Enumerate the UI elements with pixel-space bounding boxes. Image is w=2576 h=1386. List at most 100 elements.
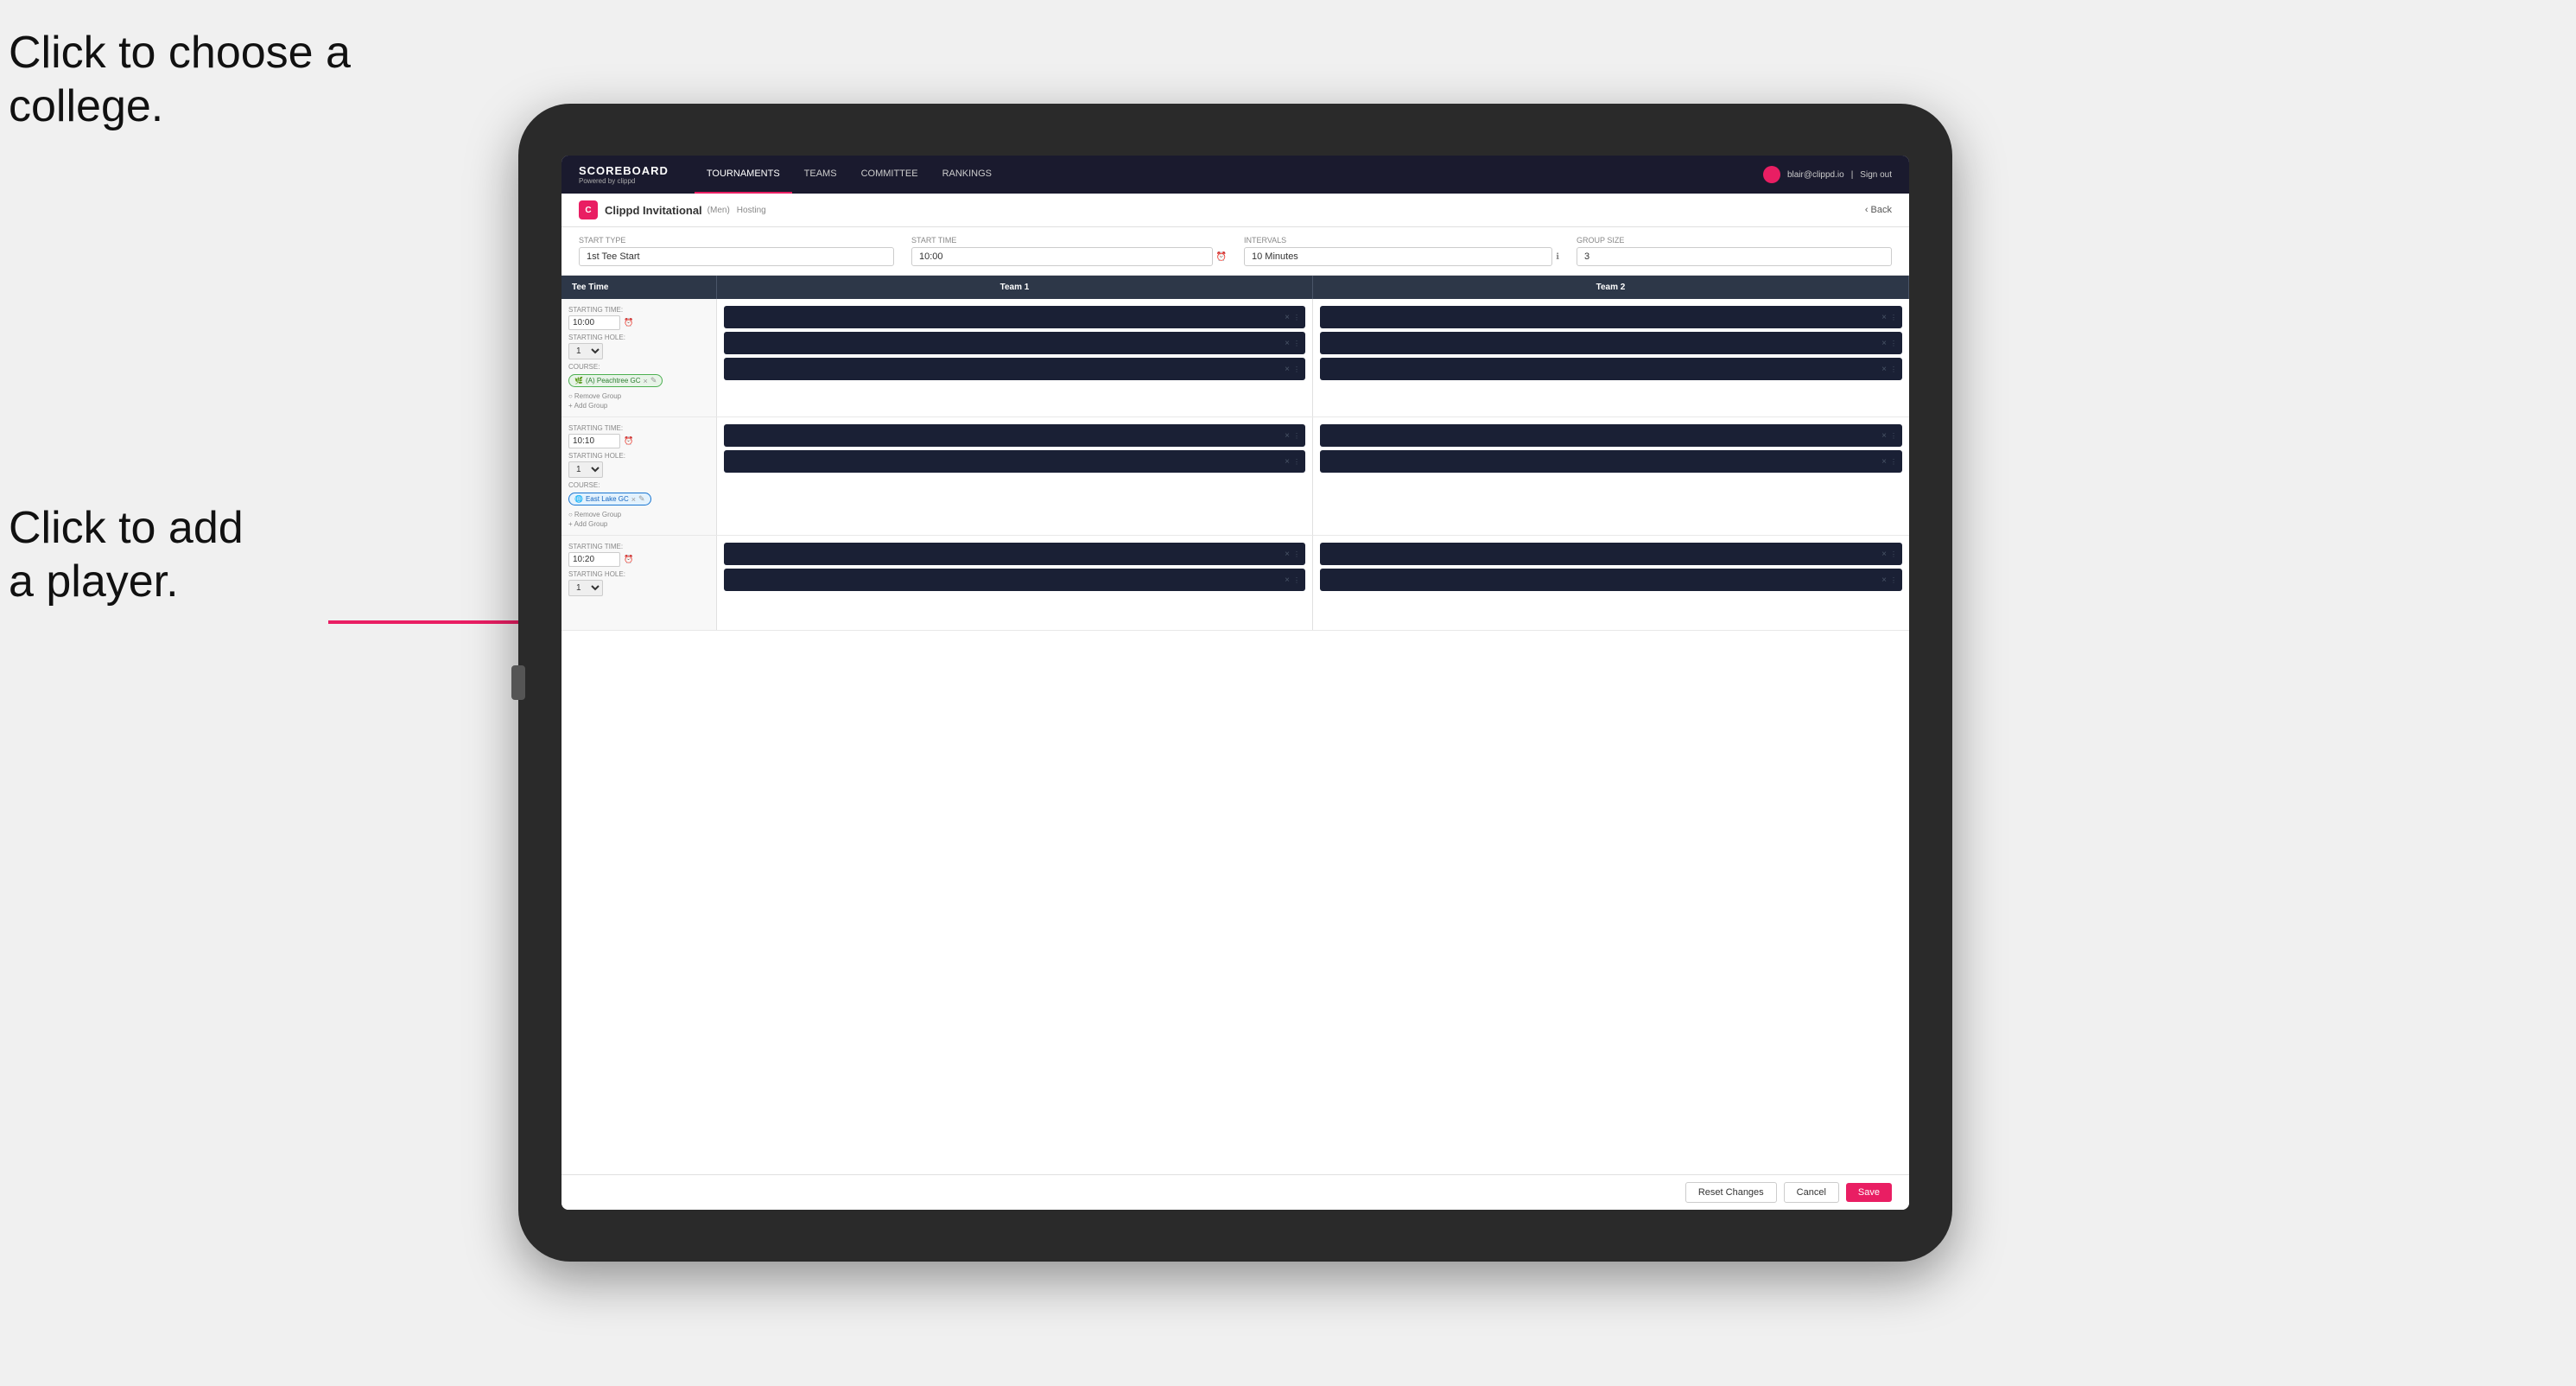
nav-link-rankings[interactable]: RANKINGS [930,156,1004,194]
start-time-input[interactable] [911,247,1213,266]
player-slot-5-2[interactable]: × ⋮ [724,569,1305,591]
course-tag-1[interactable]: 🌿 (A) Peachtree GC × ✎ [568,374,663,387]
course-tag-2[interactable]: 🌐 East Lake GC × ✎ [568,493,651,505]
user-email: blair@clippd.io [1787,170,1844,180]
slot-expand-4-1[interactable]: ⋮ [1890,432,1897,440]
player-slot-6-2[interactable]: × ⋮ [1320,569,1902,591]
slot-x-6-1[interactable]: × [1881,550,1887,559]
annotation-2-line2: a player. [9,555,244,608]
remove-icon-1: ○ [568,392,573,400]
player-slot-3-2[interactable]: × ⋮ [724,450,1305,473]
starting-time-input-wrap-3: ⏰ [568,552,709,567]
group-size-select[interactable]: 3 4 [1577,247,1892,266]
player-slot-2-2[interactable]: × ⋮ [1320,332,1902,354]
remove-group-link-1[interactable]: ○ Remove Group [568,392,709,400]
nav-link-teams[interactable]: TEAMS [792,156,849,194]
starting-hole-select-1[interactable]: 1 [568,343,603,359]
start-time-group: Start Time ⏰ [911,236,1227,266]
back-button[interactable]: ‹ Back [1865,205,1892,215]
starting-hole-select-3[interactable]: 1 [568,580,603,596]
sub-header: C Clippd Invitational (Men) Hosting ‹ Ba… [562,194,1909,227]
player-slot-2-1[interactable]: × ⋮ [1320,306,1902,328]
slot-expand-1-1[interactable]: ⋮ [1293,314,1300,321]
slot-expand-4-2[interactable]: ⋮ [1890,458,1897,466]
nav-link-tournaments[interactable]: TOURNAMENTS [695,156,792,194]
player-slot-1-3[interactable]: × ⋮ [724,358,1305,380]
reset-button[interactable]: Reset Changes [1685,1182,1777,1203]
slot-expand-2-1[interactable]: ⋮ [1890,314,1897,321]
remove-group-link-2[interactable]: ○ Remove Group [568,511,709,518]
slot-x-2-1[interactable]: × [1881,313,1887,322]
logo-title: SCOREBOARD [579,164,669,177]
sign-out-link[interactable]: Sign out [1860,170,1892,180]
nav-links: TOURNAMENTS TEAMS COMMITTEE RANKINGS [695,156,1763,194]
slot-x-1-2[interactable]: × [1285,339,1290,348]
starting-hole-input-wrap-2: 1 [568,461,709,478]
slot-expand-6-1[interactable]: ⋮ [1890,550,1897,558]
player-slot-4-2[interactable]: × ⋮ [1320,450,1902,473]
hosting-label: Hosting [737,206,766,215]
player-slot-5-1[interactable]: × ⋮ [724,543,1305,565]
tournament-title: Clippd Invitational [605,204,702,217]
nav-link-committee[interactable]: COMMITTEE [849,156,930,194]
slot-expand-5-1[interactable]: ⋮ [1293,550,1300,558]
starting-hole-select-2[interactable]: 1 [568,461,603,478]
starting-time-input-1[interactable] [568,315,620,330]
clock-icon: ⏰ [1216,252,1227,262]
course-tag-edit-2[interactable]: ✎ [638,494,645,504]
intervals-label: Intervals [1244,236,1559,245]
start-type-select[interactable]: 1st Tee Start [579,247,894,266]
starting-time-input-3[interactable] [568,552,620,567]
annotation-1: Click to choose a college. [9,26,351,134]
slot-expand-5-2[interactable]: ⋮ [1293,576,1300,584]
slot-x-1-1[interactable]: × [1285,313,1290,322]
player-slot-4-1[interactable]: × ⋮ [1320,424,1902,447]
starting-time-input-2[interactable] [568,434,620,448]
time-icon-3: ⏰ [624,555,633,564]
group-size-label: Group Size [1577,236,1892,245]
slot-x-6-2[interactable]: × [1881,575,1887,585]
slot-expand-3-1[interactable]: ⋮ [1293,432,1300,440]
annotation-1-line2: college. [9,79,351,133]
slot-x-2-2[interactable]: × [1881,339,1887,348]
player-slot-1-1[interactable]: × ⋮ [724,306,1305,328]
intervals-info-icon: ℹ [1556,252,1559,262]
intervals-select[interactable]: 10 Minutes [1244,247,1552,266]
slot-x-3-1[interactable]: × [1285,431,1290,441]
slot-expand-1-3[interactable]: ⋮ [1293,366,1300,373]
slot-x-4-2[interactable]: × [1881,457,1887,467]
course-tag-edit-1[interactable]: ✎ [650,376,657,385]
add-icon-1: + [568,402,573,410]
add-group-link-1[interactable]: + Add Group [568,402,709,410]
starting-hole-input-wrap-3: 1 [568,580,709,596]
slot-x-4-1[interactable]: × [1881,431,1887,441]
player-slot-3-1[interactable]: × ⋮ [724,424,1305,447]
slot-expand-1-2[interactable]: ⋮ [1293,340,1300,347]
cancel-button[interactable]: Cancel [1784,1182,1839,1203]
th-tee-time: Tee Time [562,276,717,299]
table-row: STARTING TIME: ⏰ STARTING HOLE: 1 COURSE… [562,299,1909,417]
intervals-group: Intervals 10 Minutes ℹ [1244,236,1559,266]
slot-x-2-3[interactable]: × [1881,365,1887,374]
add-group-link-2[interactable]: + Add Group [568,520,709,528]
group-size-group: Group Size 3 4 [1577,236,1892,266]
course-tag-remove-2[interactable]: × [631,495,636,504]
side-button [511,665,525,700]
course-tag-remove-1[interactable]: × [644,377,648,385]
slot-x-1-3[interactable]: × [1285,365,1290,374]
player-slot-1-2[interactable]: × ⋮ [724,332,1305,354]
slot-expand-2-3[interactable]: ⋮ [1890,366,1897,373]
player-slot-6-1[interactable]: × ⋮ [1320,543,1902,565]
slot-x-5-1[interactable]: × [1285,550,1290,559]
slot-expand-6-2[interactable]: ⋮ [1890,576,1897,584]
save-button[interactable]: Save [1846,1183,1892,1202]
user-avatar [1763,166,1780,183]
slot-expand-3-2[interactable]: ⋮ [1293,458,1300,466]
sub-logo: C [579,200,598,219]
slot-expand-2-2[interactable]: ⋮ [1890,340,1897,347]
player-slot-2-3[interactable]: × ⋮ [1320,358,1902,380]
course-tag-icon-1: 🌿 [574,377,583,385]
th-team2: Team 2 [1313,276,1909,299]
slot-x-3-2[interactable]: × [1285,457,1290,467]
slot-x-5-2[interactable]: × [1285,575,1290,585]
